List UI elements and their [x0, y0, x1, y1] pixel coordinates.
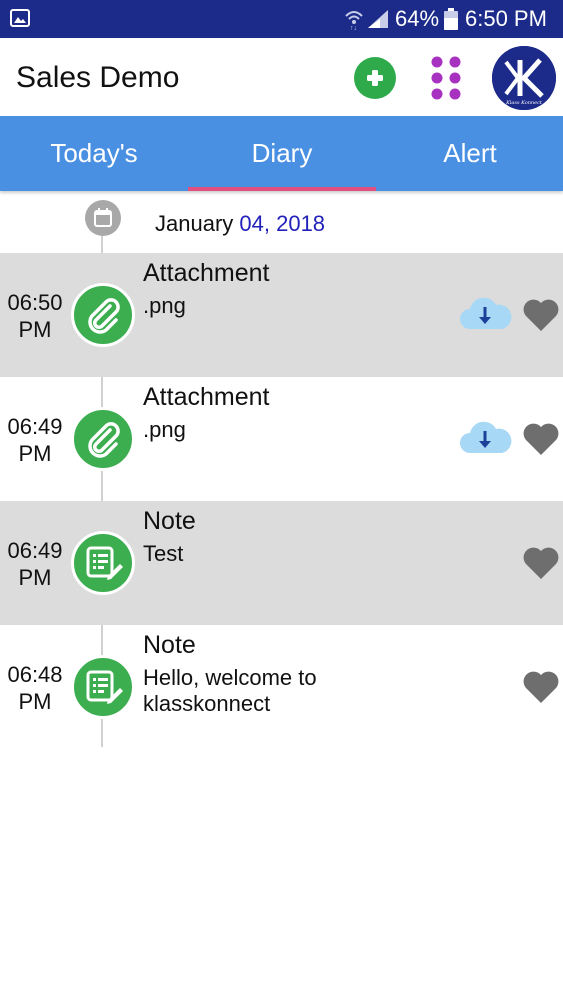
- attachment-badge: [71, 283, 135, 347]
- cell-signal-icon: [368, 10, 388, 28]
- entry-time-ampm: PM: [18, 317, 52, 342]
- entry-time-ampm: PM: [18, 565, 52, 590]
- grid-menu-button[interactable]: [425, 54, 467, 102]
- tab-bar: Today's Diary Alert: [0, 116, 563, 191]
- cloud-download-icon[interactable]: [458, 421, 512, 455]
- status-time: 6:50 PM: [465, 6, 547, 31]
- svg-text:↑↓: ↑↓: [350, 25, 357, 30]
- entry-title: Note: [143, 631, 196, 659]
- note-edit-icon: [86, 546, 123, 580]
- entry-content: Hello, welcome to klasskonnect: [143, 665, 317, 716]
- heart-icon[interactable]: [522, 297, 560, 333]
- status-bar: ↑↓ 64% 6:50 PM: [0, 0, 563, 38]
- heart-icon[interactable]: [522, 421, 560, 457]
- entry-time-value: 06:49: [7, 538, 63, 563]
- entry-time-value: 06:49: [7, 414, 63, 439]
- gallery-notification-icon: [10, 9, 30, 27]
- entry-content: Test: [143, 541, 184, 566]
- wifi-icon: ↑↓: [345, 11, 363, 30]
- diary-entry[interactable]: 06:49 PM Note Test: [0, 501, 563, 625]
- klass-konnect-logo[interactable]: Klass Konnect: [492, 46, 556, 110]
- date-month: January: [155, 211, 234, 236]
- entry-time-ampm: PM: [18, 441, 52, 466]
- svg-text:Klass Konnect: Klass Konnect: [505, 100, 543, 106]
- entry-title: Note: [143, 507, 196, 535]
- tab-alert[interactable]: Alert: [376, 116, 563, 191]
- entry-time-value: 06:50: [7, 290, 63, 315]
- app-header: Sales Demo Klass Konnect: [0, 38, 563, 116]
- battery-percent: 64%: [395, 6, 440, 31]
- diary-entry[interactable]: 06:49 PM Attachment .png: [0, 377, 563, 501]
- logo-k-icon: Klass Konnect: [492, 46, 556, 110]
- note-badge: [71, 655, 135, 719]
- grid-dots-icon: [431, 56, 461, 100]
- cloud-download-icon[interactable]: [458, 297, 512, 331]
- entry-time-value: 06:48: [7, 662, 63, 687]
- calendar-icon: [85, 200, 121, 236]
- note-badge: [71, 531, 135, 595]
- date-day-year: 04, 2018: [239, 211, 326, 236]
- entry-time: 06:49 PM: [0, 537, 70, 591]
- attachment-badge: [71, 407, 135, 471]
- paperclip-icon: [88, 298, 120, 334]
- heart-icon[interactable]: [522, 545, 560, 581]
- date-label: January 04, 2018: [155, 211, 325, 237]
- date-header: January 04, 2018: [0, 191, 563, 253]
- tab-todays[interactable]: Today's: [0, 116, 188, 191]
- note-edit-icon: [86, 670, 123, 704]
- entry-time-ampm: PM: [18, 689, 52, 714]
- tab-diary[interactable]: Diary: [188, 116, 376, 191]
- heart-icon[interactable]: [522, 669, 560, 705]
- entry-content: .png: [143, 417, 186, 442]
- battery-icon: [444, 8, 458, 30]
- diary-entry[interactable]: 06:50 PM Attachment .png: [0, 253, 563, 377]
- diary-entry[interactable]: 06:48 PM Note Hello, welcome to klasskon…: [0, 625, 563, 749]
- entry-title: Attachment: [143, 259, 270, 287]
- entry-time: 06:49 PM: [0, 413, 70, 467]
- entry-time: 06:48 PM: [0, 661, 70, 715]
- entry-time: 06:50 PM: [0, 289, 70, 343]
- entry-title: Attachment: [143, 383, 270, 411]
- page-title: Sales Demo: [16, 61, 180, 94]
- paperclip-icon: [88, 422, 120, 458]
- plus-circle-icon: [367, 70, 383, 86]
- entry-content: .png: [143, 293, 186, 318]
- add-button[interactable]: [354, 57, 396, 99]
